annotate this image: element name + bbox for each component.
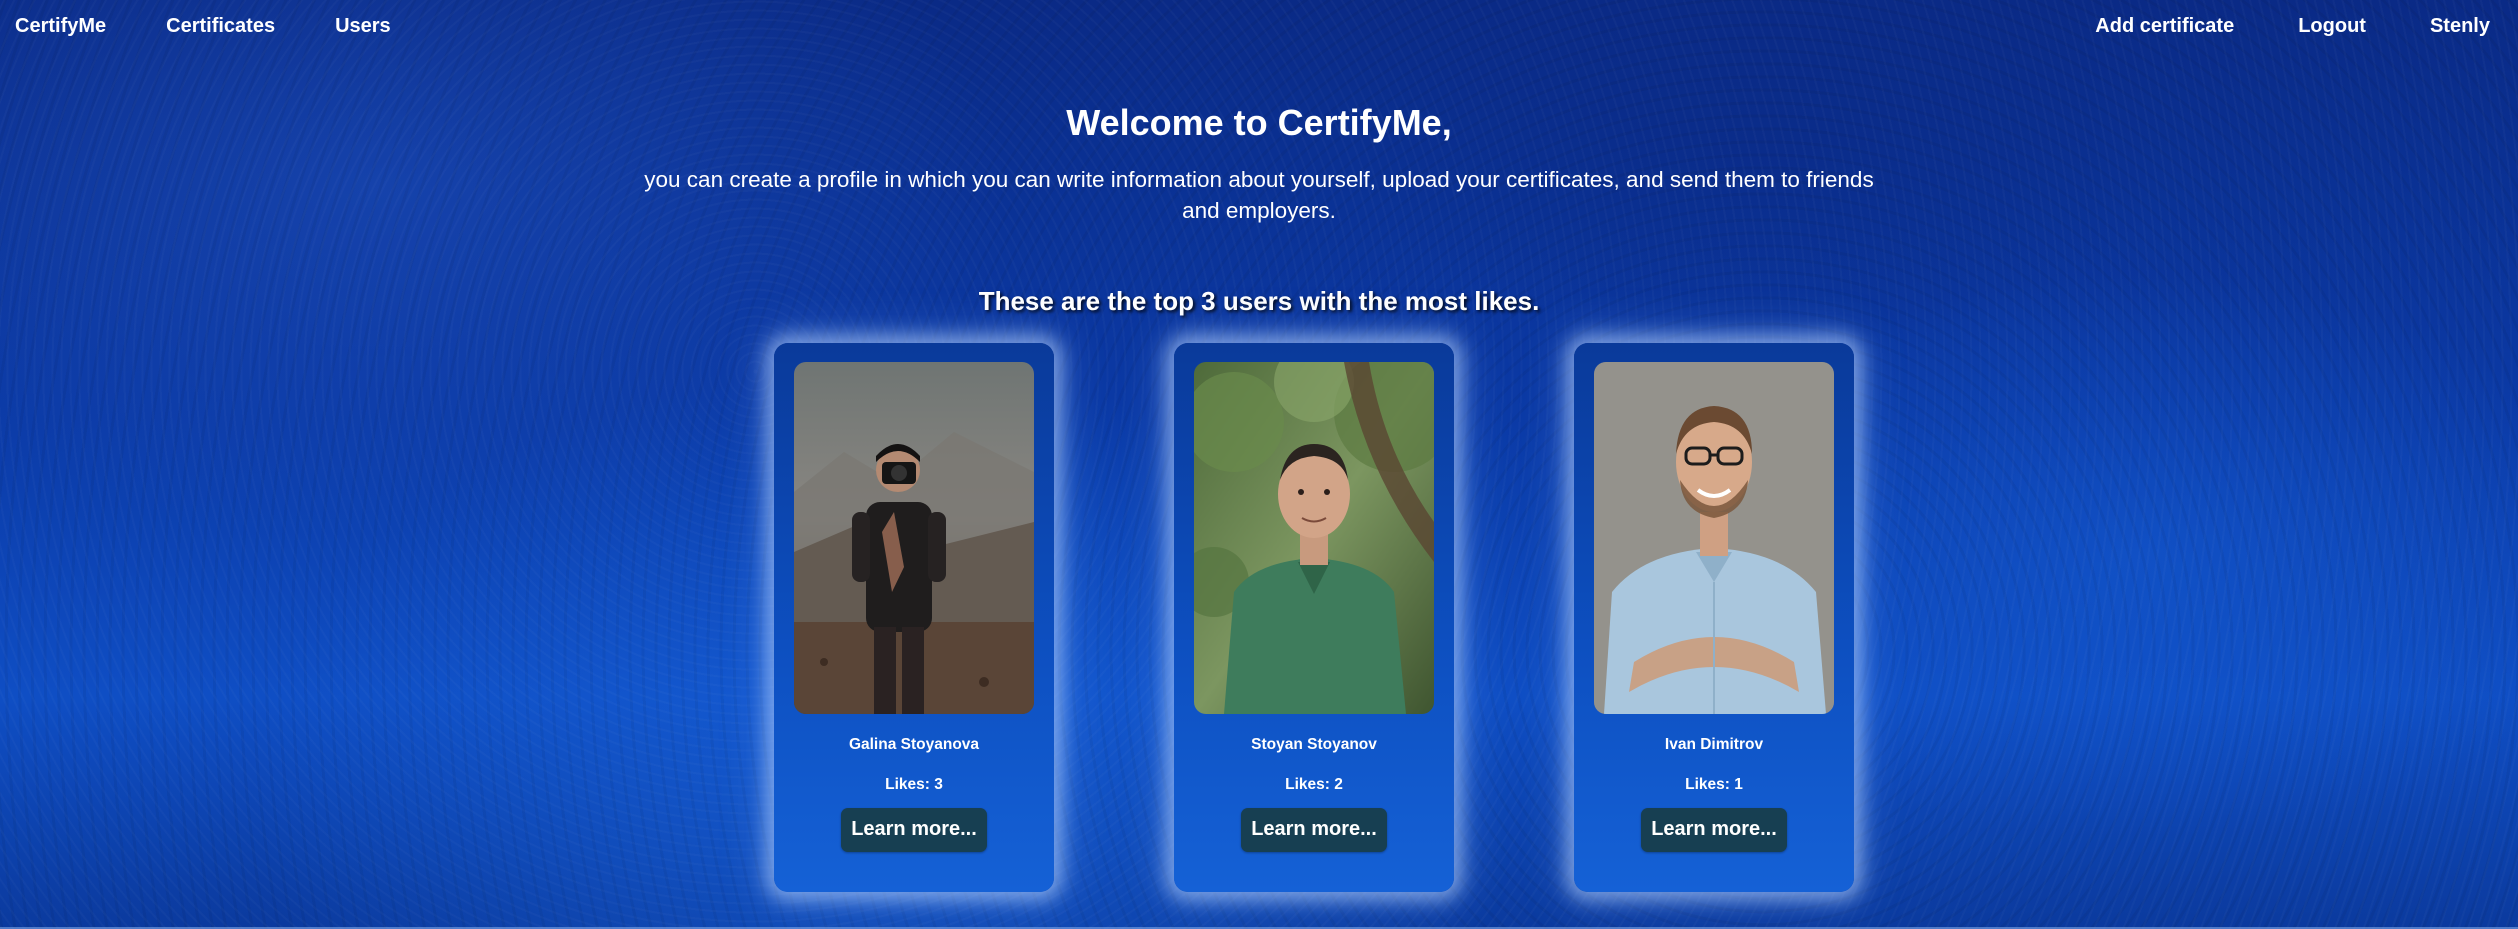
top-users-cards: Galina Stoyanova Likes: 3 Learn more... [774,343,1854,892]
top-users-heading: These are the top 3 users with the most … [978,286,1540,316]
hero-section: Welcome to CertifyMe, you can create a p… [0,96,2518,226]
nav-profile-link[interactable]: Stenly [2430,15,2490,38]
nav-certificates-link[interactable]: Certificates [166,15,275,38]
nav-right-group: Add certificate Logout Stenly [2031,15,2490,38]
user-card: Ivan Dimitrov Likes: 1 Learn more... [1574,343,1854,892]
learn-more-button[interactable]: Learn more... [1641,808,1787,852]
nav-add-certificate-link[interactable]: Add certificate [2095,15,2234,38]
learn-more-button[interactable]: Learn more... [841,808,987,852]
nav-users-link[interactable]: Users [335,15,391,38]
user-photo [794,362,1034,714]
user-name: Ivan Dimitrov [1664,736,1764,753]
top-navbar: CertifyMe Certificates Users Add certifi… [0,0,2518,52]
nav-left-group: CertifyMe Certificates Users [15,15,451,38]
learn-more-button[interactable]: Learn more... [1241,808,1387,852]
user-likes-count: Likes: 2 [1285,776,1343,793]
hero-description: you can create a profile in which you ca… [644,167,1874,223]
user-photo [1594,362,1834,714]
user-card: Stoyan Stoyanov Likes: 2 Learn more... [1174,343,1454,892]
user-name: Galina Stoyanova [848,736,980,753]
user-likes-count: Likes: 3 [885,776,943,793]
nav-logout-link[interactable]: Logout [2298,15,2366,38]
user-photo [1194,362,1434,714]
page-title: Welcome to CertifyMe, [1066,102,1452,143]
user-likes-count: Likes: 1 [1685,776,1743,793]
brand-link[interactable]: CertifyMe [15,15,106,38]
user-card: Galina Stoyanova Likes: 3 Learn more... [774,343,1054,892]
user-name: Stoyan Stoyanov [1251,736,1377,753]
